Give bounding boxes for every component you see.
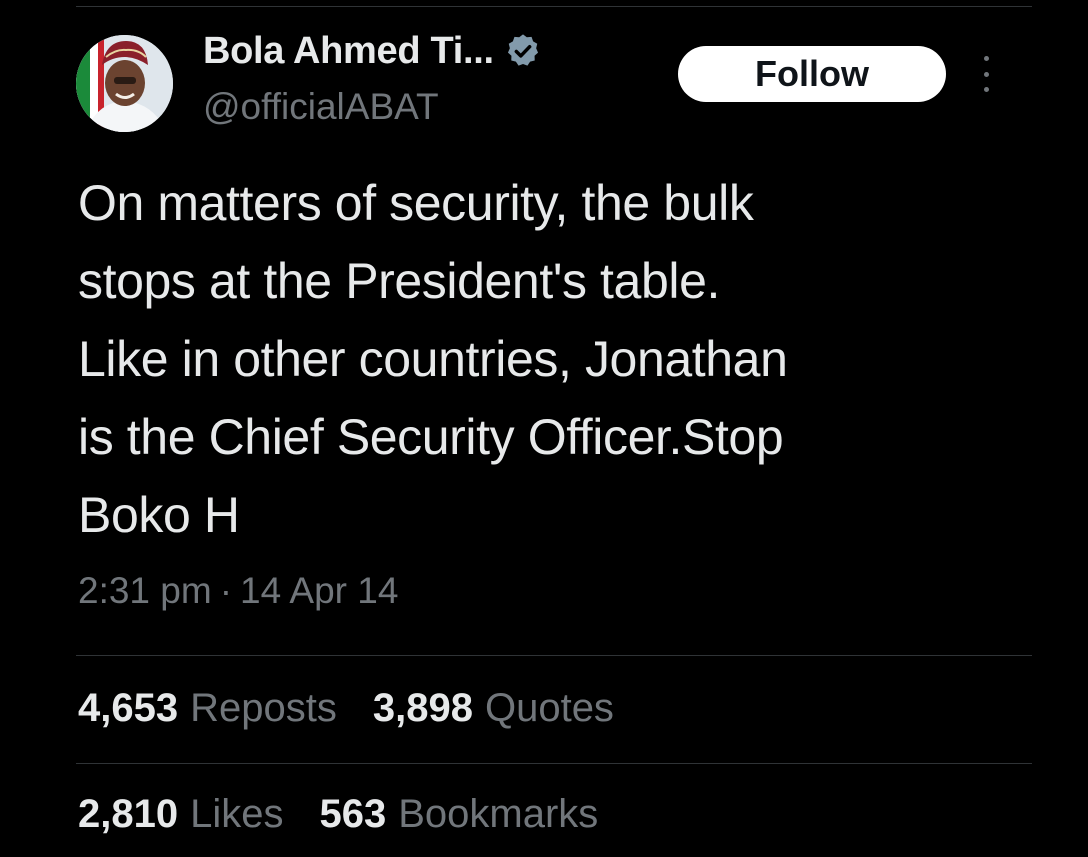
quotes-label: Quotes	[484, 686, 614, 730]
reposts-label: Reposts	[190, 686, 337, 730]
quotes-count: 3,898	[372, 686, 473, 730]
stats-row-likes-bookmarks: 2,810 Likes 563 Bookmarks	[78, 792, 634, 837]
verified-badge-icon	[504, 32, 542, 70]
more-dot	[983, 71, 989, 77]
avatar[interactable]	[76, 35, 173, 132]
more-dot	[983, 56, 989, 61]
tweet-line: stops at the President's table.	[78, 253, 720, 309]
likes-stat[interactable]: 2,810 Likes	[78, 792, 284, 837]
quotes-stat[interactable]: 3,898 Quotes	[373, 686, 614, 731]
divider	[76, 763, 1032, 764]
top-divider	[76, 6, 1032, 7]
tweet-line: is the Chief Security Officer.Stop	[78, 409, 784, 465]
timestamp-separator: ·	[219, 570, 233, 611]
tweet-timestamp[interactable]: 2:31 pm · 14 Apr 14	[78, 570, 398, 612]
follow-button[interactable]: Follow	[678, 46, 946, 102]
more-vertical-icon[interactable]	[976, 56, 996, 92]
author-handle[interactable]: @officialABAT	[203, 86, 439, 128]
author-name-row[interactable]: Bola Ahmed Ti...	[203, 28, 542, 74]
reposts-stat[interactable]: 4,653 Reposts	[78, 686, 337, 731]
tweet-line: Like in other countries, Jonathan	[78, 331, 788, 387]
tweet-line: Boko H	[78, 487, 240, 543]
likes-count: 2,810	[78, 792, 179, 836]
avatar-image	[76, 35, 173, 132]
bookmarks-count: 563	[319, 792, 387, 836]
more-dot	[983, 87, 989, 92]
reposts-count: 4,653	[78, 686, 179, 730]
tweet-line: On matters of security, the bulk	[78, 175, 754, 231]
tweet-date[interactable]: 14 Apr 14	[240, 570, 398, 612]
tweet-time[interactable]: 2:31 pm	[78, 570, 212, 612]
author-display-name[interactable]: Bola Ahmed Ti...	[203, 30, 494, 73]
likes-label: Likes	[190, 792, 284, 836]
divider	[76, 655, 1032, 656]
bookmarks-stat[interactable]: 563 Bookmarks	[320, 792, 599, 837]
stats-row-reposts-quotes: 4,653 Reposts 3,898 Quotes	[78, 686, 650, 731]
tweet-text: On matters of security, the bulk stops a…	[78, 164, 1038, 554]
bookmarks-label: Bookmarks	[398, 792, 599, 836]
